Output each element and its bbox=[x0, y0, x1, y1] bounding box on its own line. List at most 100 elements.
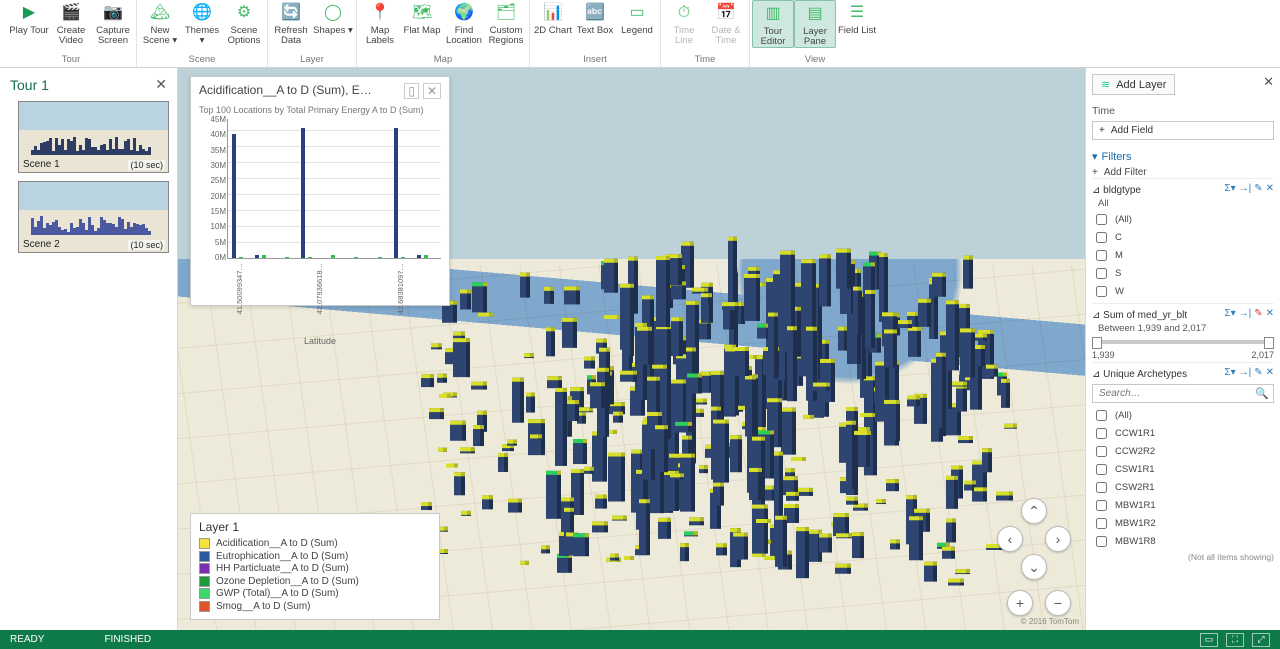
filter-option[interactable]: MBW1R1 bbox=[1092, 497, 1274, 514]
filters-header[interactable]: ▾ Filters bbox=[1092, 150, 1274, 163]
add-time-field[interactable]: + Add Field bbox=[1092, 121, 1274, 140]
capture-screen-button[interactable]: 📷Capture Screen bbox=[92, 0, 134, 46]
scene-thumb[interactable]: 1 Scene 1 (10 sec) bbox=[18, 101, 169, 173]
checkbox[interactable] bbox=[1096, 232, 1107, 243]
refresh-data-button[interactable]: 🔄Refresh Data bbox=[270, 0, 312, 46]
nav-up-button[interactable]: ⌃ bbox=[1021, 498, 1047, 524]
clear-icon[interactable]: ✎ bbox=[1254, 367, 1262, 378]
layer-pane-button[interactable]: ▤Layer Pane bbox=[794, 0, 836, 48]
status-bar: READY FINISHED ▭ ⛶ ⤢ bbox=[0, 630, 1280, 649]
view-mode-3[interactable]: ⤢ bbox=[1252, 633, 1270, 647]
map-stage[interactable]: Acidification__A to D (Sum), E… ▯ ✕ Top … bbox=[178, 68, 1085, 630]
chevron-down-icon: ▾ bbox=[1092, 150, 1098, 163]
legend-item: Ozone Depletion__A to D (Sum) bbox=[199, 576, 431, 587]
sigma-icon[interactable]: Σ▾ bbox=[1224, 183, 1235, 194]
map-labels-button[interactable]: 📍Map Labels bbox=[359, 0, 401, 46]
scene-thumb[interactable]: 2 Scene 2 (10 sec) bbox=[18, 181, 169, 253]
scene-options-button[interactable]: ⚙Scene Options bbox=[223, 0, 265, 46]
view-mode-1[interactable]: ▭ bbox=[1200, 633, 1218, 647]
nav-right-button[interactable]: › bbox=[1045, 526, 1071, 552]
archetype-search[interactable]: 🔍 bbox=[1092, 384, 1274, 403]
chart-close-icon[interactable]: ✕ bbox=[423, 83, 441, 99]
legend-title: Layer 1 bbox=[199, 520, 431, 534]
checkbox[interactable] bbox=[1096, 250, 1107, 261]
checkbox[interactable] bbox=[1096, 428, 1107, 439]
legend-button[interactable]: ▭Legend bbox=[616, 0, 658, 36]
sigma-icon[interactable]: Σ▾ bbox=[1224, 367, 1235, 378]
legend-card[interactable]: Layer 1 Acidification__A to D (Sum) Eutro… bbox=[190, 513, 440, 620]
checkbox[interactable] bbox=[1096, 464, 1107, 475]
add-layer-button[interactable]: ≋ Add Layer bbox=[1092, 74, 1175, 95]
find-location-button[interactable]: 🌍Find Location bbox=[443, 0, 485, 46]
remove-icon[interactable]: ✕ bbox=[1266, 367, 1274, 378]
tour-editor-panel: Tour 1 ✕ 1 Scene 1 (10 sec)2 Scene 2 (10… bbox=[0, 68, 178, 630]
filter-option[interactable]: MBW1R8 bbox=[1092, 533, 1274, 550]
legend-swatch bbox=[199, 601, 210, 612]
filter-option[interactable]: C bbox=[1092, 229, 1274, 246]
2d-chart-button[interactable]: 📊2D Chart bbox=[532, 0, 574, 36]
chart-card[interactable]: Acidification__A to D (Sum), E… ▯ ✕ Top … bbox=[190, 76, 450, 306]
close-icon[interactable]: ✕ bbox=[1263, 74, 1274, 90]
legend-item: Acidification__A to D (Sum) bbox=[199, 538, 431, 549]
remove-icon[interactable]: ✕ bbox=[1266, 183, 1274, 194]
chart-settings-icon[interactable]: ▯ bbox=[404, 83, 419, 99]
legend-swatch bbox=[199, 576, 210, 587]
clear-icon[interactable]: ✎ bbox=[1254, 308, 1262, 319]
create-video-button[interactable]: 🎬Create Video bbox=[50, 0, 92, 46]
sort-icon[interactable]: →| bbox=[1239, 308, 1252, 319]
shapes-button[interactable]: ◯Shapes ▾ bbox=[312, 0, 354, 46]
checkbox[interactable] bbox=[1096, 286, 1107, 297]
filter-option[interactable]: M bbox=[1092, 247, 1274, 264]
sort-icon[interactable]: →| bbox=[1239, 183, 1252, 194]
checkbox[interactable] bbox=[1096, 518, 1107, 529]
filter-option[interactable]: (All) bbox=[1092, 407, 1274, 424]
view-mode-2[interactable]: ⛶ bbox=[1226, 633, 1244, 647]
custom-regions-button[interactable]: 🗂Custom Regions bbox=[485, 0, 527, 46]
flat-map-button[interactable]: 🗺Flat Map bbox=[401, 0, 443, 46]
search-input[interactable] bbox=[1097, 387, 1255, 400]
sort-icon[interactable]: →| bbox=[1239, 367, 1252, 378]
filter-option[interactable]: MBW1R2 bbox=[1092, 515, 1274, 532]
add-filter-button[interactable]: + Add Filter bbox=[1092, 167, 1274, 178]
checkbox[interactable] bbox=[1096, 446, 1107, 457]
filter-option[interactable]: S bbox=[1092, 265, 1274, 282]
search-icon[interactable]: 🔍 bbox=[1255, 387, 1269, 400]
checkbox[interactable] bbox=[1096, 268, 1107, 279]
checkbox[interactable] bbox=[1096, 500, 1107, 511]
legend-item: Eutrophication__A to D (Sum) bbox=[199, 551, 431, 562]
close-icon[interactable]: ✕ bbox=[155, 76, 167, 93]
field-list-icon: ☰ bbox=[845, 2, 869, 24]
checkbox[interactable] bbox=[1096, 410, 1107, 421]
range-slider[interactable] bbox=[1094, 340, 1272, 344]
filter-option[interactable]: CSW1R1 bbox=[1092, 461, 1274, 478]
remove-icon[interactable]: ✕ bbox=[1266, 308, 1274, 319]
zoom-in-button[interactable]: + bbox=[1007, 590, 1033, 616]
play-tour-button[interactable]: ▶Play Tour bbox=[8, 0, 50, 46]
text-box-button[interactable]: 🔤Text Box bbox=[574, 0, 616, 36]
tour-editor-button[interactable]: ▥Tour Editor bbox=[752, 0, 794, 48]
date-time-button: 📅Date & Time bbox=[705, 0, 747, 46]
new-scene-button[interactable]: 🏔New Scene ▾ bbox=[139, 0, 181, 46]
sigma-icon[interactable]: Σ▾ bbox=[1224, 308, 1235, 319]
themes-button[interactable]: 🌐Themes ▾ bbox=[181, 0, 223, 46]
checkbox[interactable] bbox=[1096, 536, 1107, 547]
layers-icon: ≋ bbox=[1101, 78, 1110, 91]
checkbox[interactable] bbox=[1096, 482, 1107, 493]
filter-option[interactable]: CCW2R2 bbox=[1092, 443, 1274, 460]
nav-left-button[interactable]: ‹ bbox=[997, 526, 1023, 552]
checkbox[interactable] bbox=[1096, 214, 1107, 225]
zoom-out-button[interactable]: − bbox=[1045, 590, 1071, 616]
filter-option[interactable]: CSW2R1 bbox=[1092, 479, 1274, 496]
filter-option[interactable]: W bbox=[1092, 283, 1274, 300]
new-scene-icon: 🏔 bbox=[148, 2, 172, 24]
nav-down-button[interactable]: ⌄ bbox=[1021, 554, 1047, 580]
clear-icon[interactable]: ✎ bbox=[1254, 183, 1262, 194]
custom-regions-icon: 🗂 bbox=[494, 2, 518, 24]
flat-map-icon: 🗺 bbox=[410, 2, 434, 24]
themes-icon: 🌐 bbox=[190, 2, 214, 24]
filter-unique-archetypes: Σ▾ →| ✎ ✕ ⊿ Unique Archetypes 🔍 (All)CCW… bbox=[1092, 362, 1274, 564]
filter-option[interactable]: (All) bbox=[1092, 211, 1274, 228]
field-list-button[interactable]: ☰Field List bbox=[836, 0, 878, 48]
chart-subtitle: Top 100 Locations by Total Primary Energ… bbox=[199, 105, 441, 115]
filter-option[interactable]: CCW1R1 bbox=[1092, 425, 1274, 442]
